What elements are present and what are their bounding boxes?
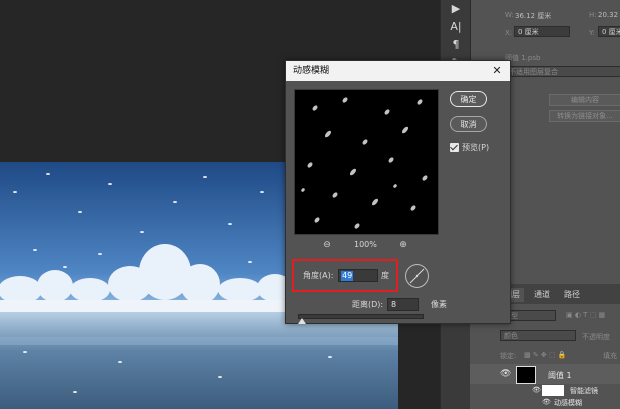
- layer-row[interactable]: 👁 阈值 1: [470, 364, 620, 384]
- angle-label: 角度(A):: [303, 271, 334, 280]
- fill-label: 填充: [603, 352, 617, 360]
- y-label: Y:: [589, 29, 595, 37]
- zoom-in-icon[interactable]: ⊕: [398, 240, 408, 250]
- paragraph-icon[interactable]: ¶: [449, 38, 463, 52]
- y-field[interactable]: 0 厘米: [598, 26, 620, 37]
- distance-slider-thumb[interactable]: [298, 318, 306, 324]
- x-label: X:: [505, 29, 513, 37]
- filter-mask-thumbnail: [542, 385, 564, 396]
- preview-label[interactable]: 预览(P): [462, 143, 489, 152]
- motion-blur-filter-label[interactable]: 动感模糊: [554, 398, 582, 408]
- edit-contents-button[interactable]: 编辑内容: [549, 94, 620, 106]
- preview-checkbox[interactable]: [450, 143, 459, 152]
- tab-paths[interactable]: 路径: [560, 288, 584, 302]
- angle-input[interactable]: 49: [338, 269, 378, 282]
- smart-filters-label[interactable]: 智能滤镜: [570, 386, 598, 396]
- distance-unit: 像素: [431, 300, 447, 309]
- distance-input[interactable]: 8: [387, 298, 419, 311]
- x-field[interactable]: 0 厘米: [514, 26, 570, 37]
- cancel-button[interactable]: 取消: [450, 116, 487, 132]
- close-icon[interactable]: ✕: [489, 63, 505, 79]
- opacity-label: 不透明度: [582, 333, 610, 341]
- layer-name[interactable]: 阈值 1: [548, 370, 572, 381]
- layer-thumbnail: [516, 366, 536, 384]
- play-icon[interactable]: ▶: [449, 2, 463, 16]
- blend-mode-select[interactable]: 颜色: [500, 330, 576, 341]
- height-value[interactable]: 20.32: [598, 11, 618, 19]
- filter-preview[interactable]: [294, 89, 439, 235]
- angle-unit: 度: [381, 271, 389, 280]
- tab-channels[interactable]: 通道: [530, 288, 554, 302]
- ok-button[interactable]: 确定: [450, 91, 487, 107]
- smart-filters-row[interactable]: 👁 智能滤镜: [470, 384, 620, 397]
- snow-preview-image: [301, 97, 428, 229]
- text-tool-icon[interactable]: A|: [449, 20, 463, 34]
- lock-label: 锁定:: [500, 352, 517, 360]
- filter-icons[interactable]: ▣ ◐ T ⬚ ▦: [566, 311, 605, 319]
- layer-comp-select[interactable]: 不适用图层复合: [505, 66, 620, 77]
- visibility-eye-icon[interactable]: 👁: [532, 386, 541, 394]
- zoom-level: 100%: [354, 240, 377, 249]
- width-label: W:: [505, 11, 514, 19]
- angle-dial-needle: [409, 268, 425, 284]
- convert-linked-button[interactable]: 转换为链接对象...: [549, 110, 620, 122]
- width-value[interactable]: 36.12 厘米: [515, 11, 551, 21]
- filter-row[interactable]: 👁 动感模糊: [470, 397, 620, 409]
- distance-label: 距离(D):: [352, 300, 384, 309]
- visibility-eye-icon[interactable]: 👁: [542, 398, 551, 406]
- dialog-titlebar[interactable]: 动感模糊 ✕: [286, 61, 510, 81]
- angle-value[interactable]: 49: [341, 271, 354, 281]
- lock-icons[interactable]: ▩ ✎ ✥ ⬚ 🔒: [524, 351, 567, 359]
- distance-slider-track[interactable]: [298, 314, 424, 319]
- zoom-out-icon[interactable]: ⊖: [322, 240, 332, 250]
- motion-blur-dialog: 动感模糊 ✕ 确定 取消 预览(P) ⊖ 100% ⊕ 角度(A): 49 度 …: [285, 60, 511, 324]
- dialog-title: 动感模糊: [293, 66, 330, 76]
- visibility-eye-icon[interactable]: 👁: [500, 369, 511, 379]
- angle-dial[interactable]: [405, 264, 429, 288]
- height-label: H:: [589, 11, 597, 19]
